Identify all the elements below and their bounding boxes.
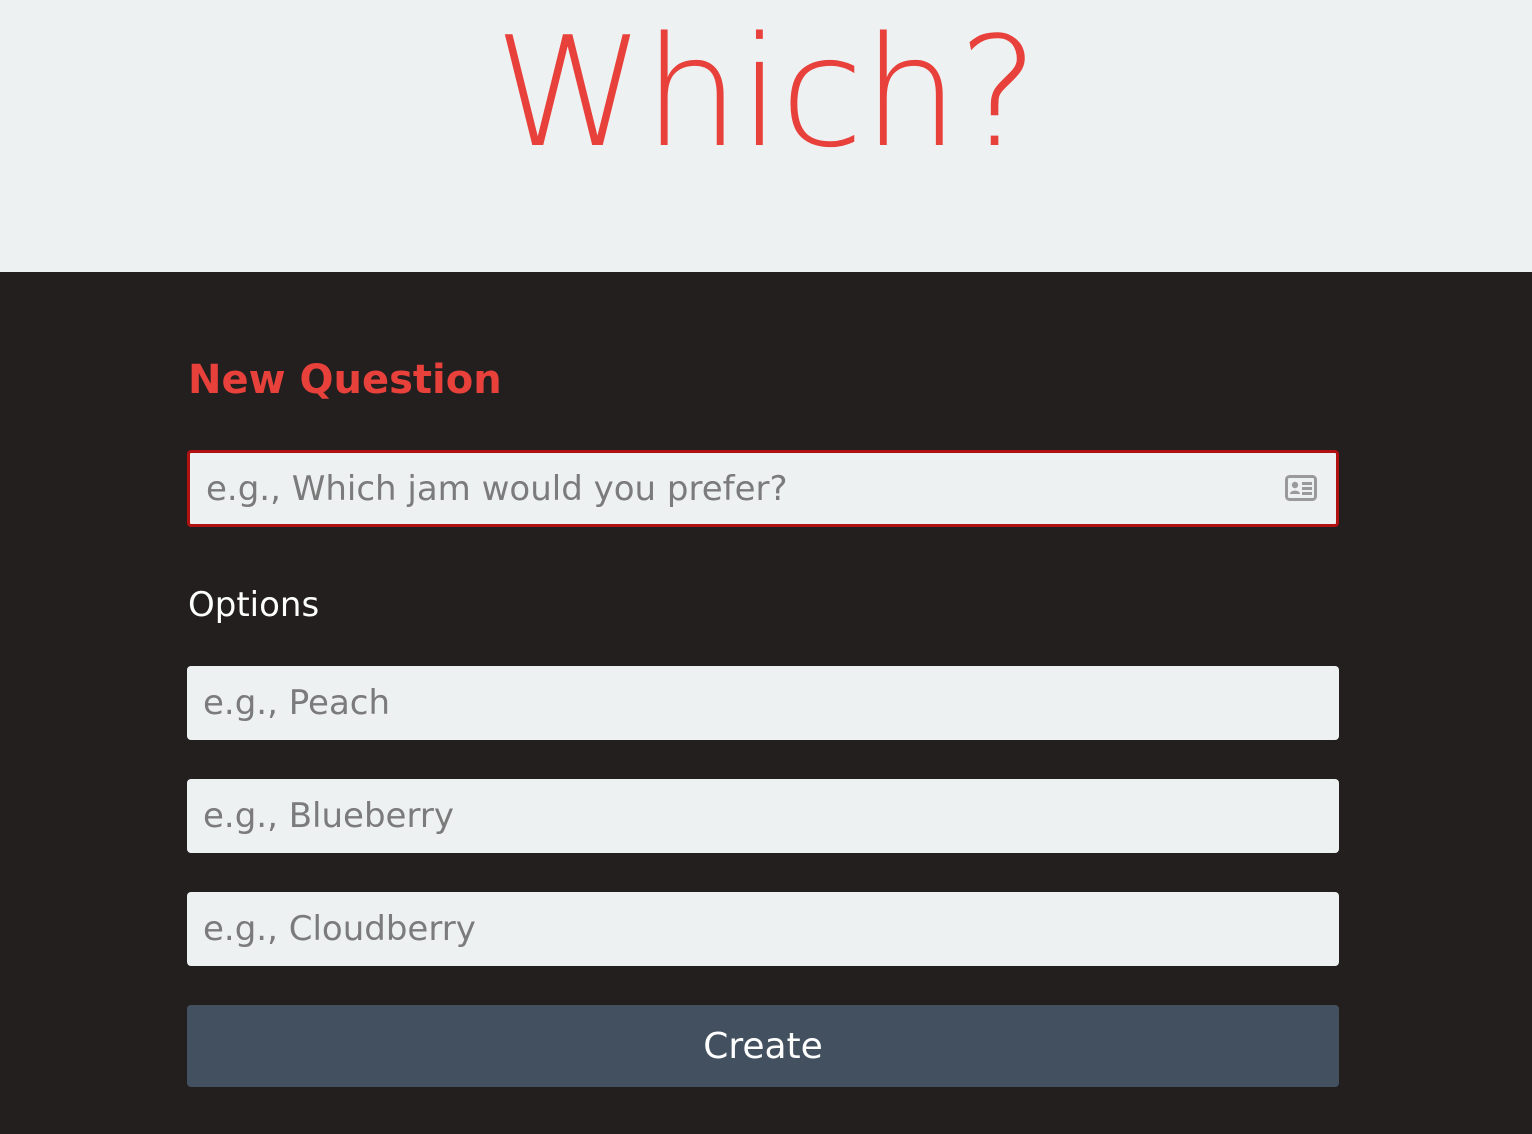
option-input-3[interactable] <box>187 892 1339 966</box>
option-input-1[interactable] <box>187 666 1339 740</box>
app-title: Which? <box>494 4 1038 181</box>
question-input[interactable] <box>187 450 1339 527</box>
contact-card-icon[interactable] <box>1285 475 1317 501</box>
page-header: Which? <box>0 0 1532 272</box>
question-field-wrapper <box>187 450 1339 527</box>
main-content: New Question Options Create <box>0 272 1532 1134</box>
option-input-2[interactable] <box>187 779 1339 853</box>
create-button[interactable]: Create <box>187 1005 1339 1087</box>
form-heading: New Question <box>188 357 502 403</box>
options-label: Options <box>188 585 320 625</box>
